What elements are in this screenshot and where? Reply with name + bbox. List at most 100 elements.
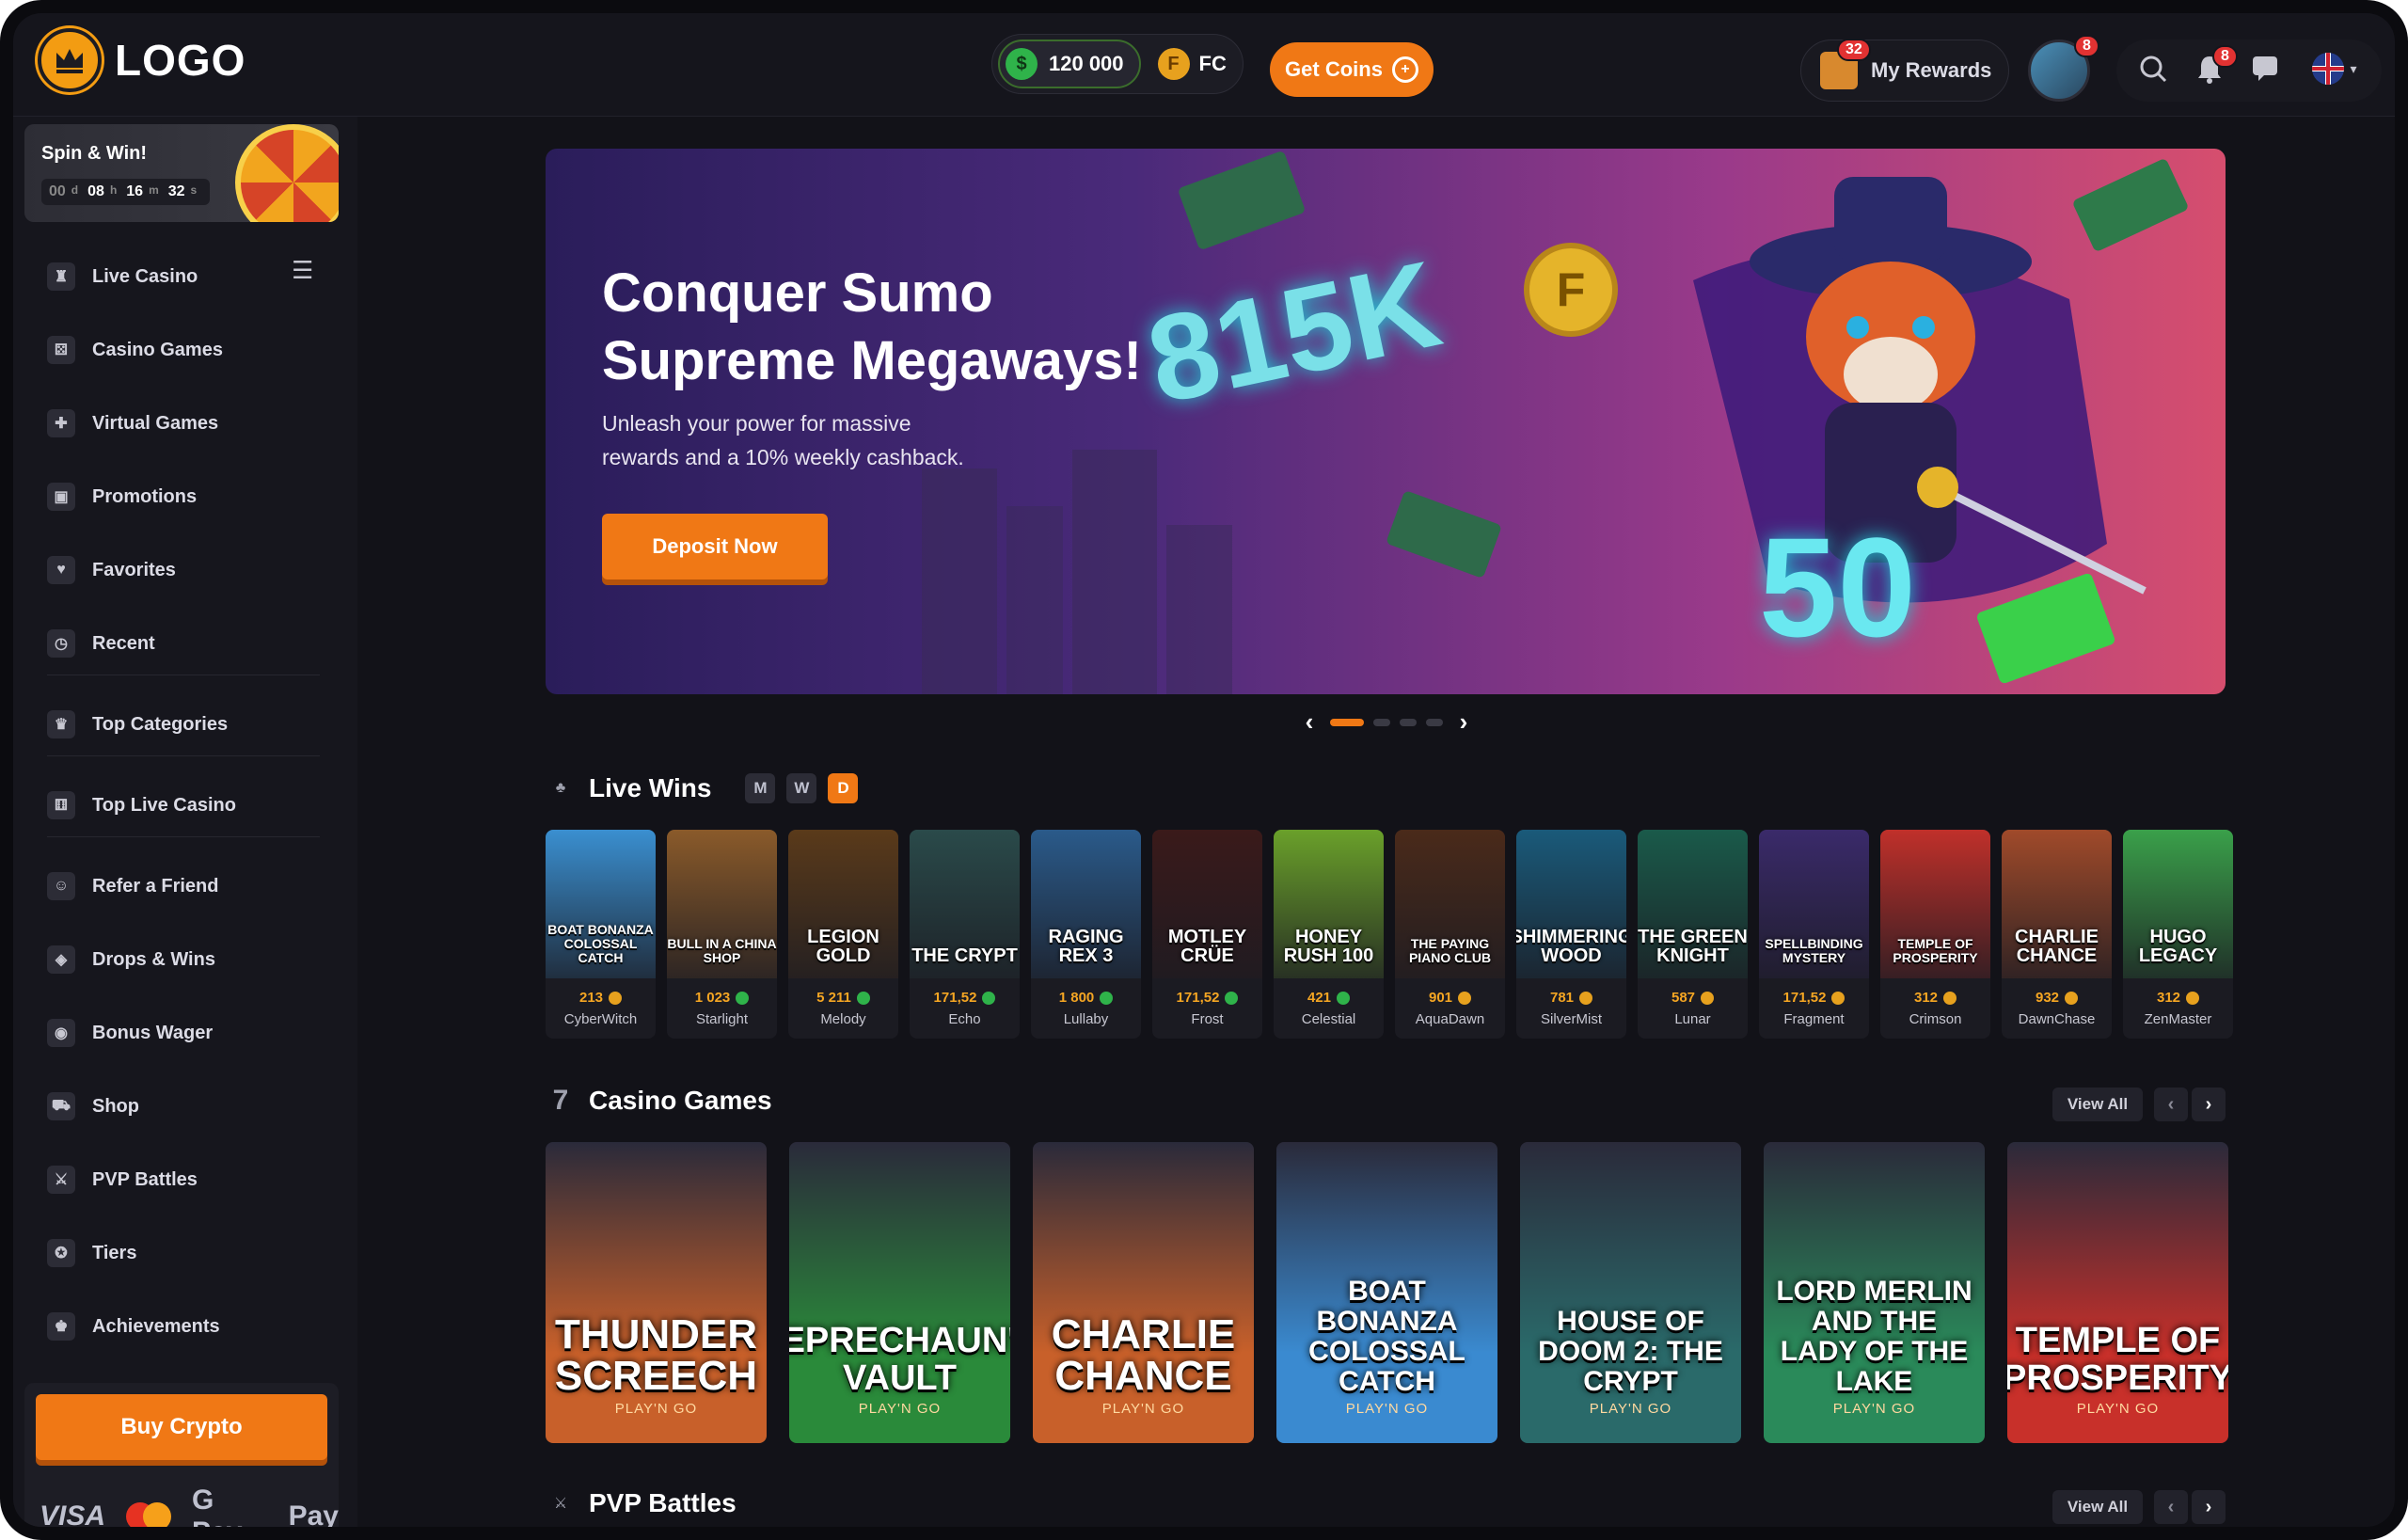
hero-banner[interactable]: Conquer Sumo Supreme Megaways! Unleash y… <box>546 149 2226 694</box>
casino-game-card[interactable]: LORD MERLIN AND THE LADY OF THE LAKE PLAY… <box>1764 1142 1985 1443</box>
sidebar-item-promotions[interactable]: ▣ Promotions <box>47 478 197 516</box>
casino-games-next-icon[interactable]: › <box>2192 1088 2226 1121</box>
win-amount-value: 213 <box>578 990 604 1006</box>
deposit-now-button[interactable]: Deposit Now <box>602 514 828 579</box>
live-win-card[interactable]: THE PAYING PIANO CLUB 901 AquaDawn <box>1395 830 1505 1039</box>
live-win-card[interactable]: HUGO LEGACY 312 ZenMaster <box>2123 830 2233 1039</box>
live-win-card[interactable]: MOTLEY CRÜE 171,52 Frost <box>1152 830 1262 1039</box>
sidebar-item-pvp-battles[interactable]: ⚔ PVP Battles <box>47 1161 198 1199</box>
carousel-dot[interactable] <box>1373 718 1390 726</box>
fc-balance[interactable]: F FC <box>1157 48 1227 80</box>
avatar[interactable]: 8 <box>2028 35 2099 102</box>
spin-and-win-banner[interactable]: Spin & Win! 00 d 08 h 16 m 32 s <box>24 124 339 222</box>
fc-label: FC <box>1198 52 1227 75</box>
casino-game-card[interactable]: TEMPLE OF PROSPERITY PLAY'N GO <box>2007 1142 2228 1443</box>
applepay-icon: Pay <box>289 1500 339 1527</box>
carousel-prev-icon[interactable]: ‹ <box>1298 707 1321 737</box>
sweep-coin-balance[interactable]: $ 120 000 <box>998 40 1141 88</box>
carousel-dot[interactable] <box>1426 718 1443 726</box>
my-rewards-button[interactable]: 32 My Rewards <box>1800 39 2009 102</box>
live-wins-tab-d[interactable]: D <box>828 773 859 803</box>
carousel-next-icon[interactable]: › <box>1452 707 1475 737</box>
casino-game-card[interactable]: THUNDER SCREECH PLAY'N GO <box>546 1142 767 1443</box>
live-wins-tab-w[interactable]: W <box>786 773 817 803</box>
timer-unit-m: m <box>149 183 159 197</box>
sidebar-item-top-live-casino[interactable]: ⚅ Top Live Casino <box>47 786 236 824</box>
sidebar-item-refer-a-friend[interactable]: ☺ Refer a Friend <box>47 867 218 905</box>
casino-games-list: THUNDER SCREECHPLAY'N GOLEPRECHAUN'S VAU… <box>546 1142 2228 1443</box>
hero-subtitle-line2: rewards and a 10% weekly cashback. <box>602 445 964 469</box>
dollar-coin-icon <box>736 991 750 1005</box>
logo[interactable]: LOGO <box>38 28 246 92</box>
get-coins-button[interactable]: Get Coins + <box>1270 42 1434 97</box>
live-wins-tab-m[interactable]: M <box>745 773 776 803</box>
live-win-card[interactable]: THE CRYPT 171,52 Echo <box>910 830 1020 1039</box>
sidebar-item-label: Recent <box>92 632 155 654</box>
hero-title-line1: Conquer Sumo <box>602 262 993 324</box>
pvp-next-icon[interactable]: › <box>2192 1490 2226 1524</box>
my-rewards-label: My Rewards <box>1871 58 1992 82</box>
game-thumbnail-title: MOTLEY CRÜE <box>1167 927 1247 966</box>
casino-game-provider: PLAY'N GO <box>2076 1401 2160 1417</box>
casino-games-prev-icon[interactable]: ‹ <box>2154 1088 2188 1121</box>
live-win-card[interactable]: SPELLBINDING MYSTERY 171,52 Fragment <box>1759 830 1869 1039</box>
live-win-card[interactable]: CHARLIE CHANCE 932 DawnChase <box>2002 830 2112 1039</box>
sidebar-item-label: Refer a Friend <box>92 875 219 897</box>
dollar-coin-icon <box>1337 991 1351 1005</box>
game-thumbnail: SHIMMERING WOOD <box>1516 830 1626 978</box>
casino-game-card[interactable]: HOUSE OF DOOM 2: THE CRYPT PLAY'N GO <box>1520 1142 1741 1443</box>
pvp-view-all-button[interactable]: View All <box>2052 1490 2143 1524</box>
timer-unit-s: s <box>190 183 198 197</box>
balance-widget[interactable]: $ 120 000 F FC <box>991 34 1244 94</box>
casino-game-card[interactable]: CHARLIE CHANCE PLAY'N GO <box>1033 1142 1254 1443</box>
live-win-card[interactable]: HONEY RUSH 100 421 Celestial <box>1274 830 1384 1039</box>
win-username: Lunar <box>1674 1011 1711 1027</box>
win-amount: 421 <box>1274 990 1384 1006</box>
chat-icon[interactable] <box>2248 51 2284 87</box>
game-thumbnail: LEGION GOLD <box>788 830 898 978</box>
gift-icon: ▣ <box>47 483 75 511</box>
carousel-dot[interactable] <box>1400 718 1417 726</box>
sidebar-item-top-categories[interactable]: ♛ Top Categories <box>47 706 228 743</box>
pvp-prev-icon[interactable]: ‹ <box>2154 1490 2188 1524</box>
win-amount-value: 932 <box>2035 990 2060 1006</box>
live-win-card[interactable]: TEMPLE OF PROSPERITY 312 Crimson <box>1880 830 1990 1039</box>
crown-icon <box>38 28 102 92</box>
casino-game-card[interactable]: LEPRECHAUN'S VAULT PLAY'N GO <box>789 1142 1010 1443</box>
buy-crypto-button[interactable]: Buy Crypto <box>36 1394 327 1460</box>
game-thumbnail-title: HONEY RUSH 100 <box>1283 927 1374 966</box>
language-selector[interactable]: ▾ <box>2305 51 2365 87</box>
sidebar-item-recent[interactable]: ◷ Recent <box>47 625 155 662</box>
sidebar-item-live-casino[interactable]: ♜ Live Casino <box>47 258 198 295</box>
sidebar-item-favorites[interactable]: ♥ Favorites <box>47 551 176 589</box>
sidebar-item-bonus-wager[interactable]: ◉ Bonus Wager <box>47 1014 213 1052</box>
medal-icon: ✪ <box>47 1239 75 1267</box>
hero-title: Conquer Sumo Supreme Megaways! <box>602 260 1185 395</box>
live-win-card[interactable]: SHIMMERING WOOD 781 SilverMist <box>1516 830 1626 1039</box>
casino-games-view-all-button[interactable]: View All <box>2052 1088 2143 1121</box>
live-win-card[interactable]: BULL IN A CHINA SHOP 1 023 Starlight <box>667 830 777 1039</box>
sidebar-item-tiers[interactable]: ✪ Tiers <box>47 1234 136 1272</box>
sidebar-item-label: Live Casino <box>92 265 198 287</box>
live-win-card[interactable]: THE GREEN KNIGHT 587 Lunar <box>1638 830 1748 1039</box>
live-win-card[interactable]: BOAT BONANZA COLOSSAL CATCH 213 CyberWitch <box>546 830 656 1039</box>
game-thumbnail-title: RAGING REX 3 <box>1048 927 1124 966</box>
gift-icon: 32 <box>1820 39 1871 89</box>
sidebar-item-shop[interactable]: ⛟ Shop <box>47 1088 139 1125</box>
win-username: Melody <box>820 1011 866 1027</box>
live-win-card[interactable]: RAGING REX 3 1 800 Lullaby <box>1031 830 1141 1039</box>
game-thumbnail: RAGING REX 3 <box>1031 830 1141 978</box>
collapse-sidebar-icon[interactable]: ☰ <box>292 256 324 284</box>
sidebar-item-drops-wins[interactable]: ◈ Drops & Wins <box>47 941 215 978</box>
heart-icon: ♥ <box>47 556 75 584</box>
casino-game-card[interactable]: BOAT BONANZA COLOSSAL CATCH PLAY'N GO <box>1276 1142 1497 1443</box>
sidebar-item-casino-games[interactable]: ⚄ Casino Games <box>47 331 223 369</box>
game-thumbnail-title: HUGO LEGACY <box>2138 927 2218 966</box>
casino-game-title: LEPRECHAUN'S VAULT <box>789 1321 1010 1398</box>
sidebar-item-virtual-games[interactable]: ✚ Virtual Games <box>47 405 218 442</box>
bell-icon[interactable]: 8 <box>2192 45 2238 87</box>
search-icon[interactable] <box>2135 51 2171 87</box>
live-win-card[interactable]: LEGION GOLD 5 211 Melody <box>788 830 898 1039</box>
carousel-dot[interactable] <box>1330 718 1364 726</box>
sidebar-item-achievements[interactable]: ♚ Achievements <box>47 1308 220 1345</box>
